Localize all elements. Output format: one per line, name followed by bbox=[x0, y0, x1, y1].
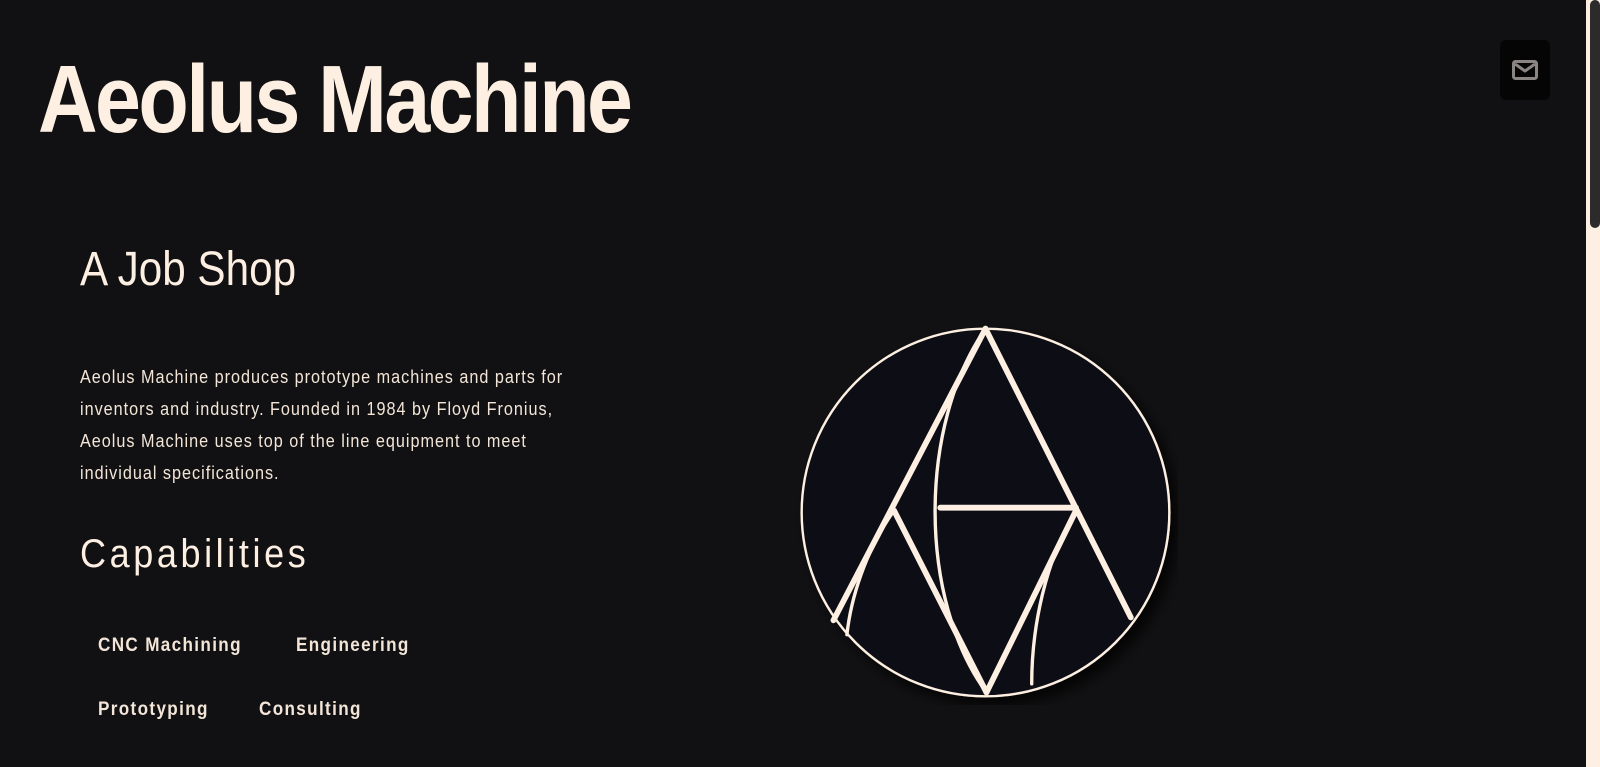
capability-item: Consulting bbox=[259, 699, 362, 720]
envelope-icon bbox=[1512, 60, 1538, 80]
aeolus-a-logo-icon bbox=[800, 325, 1171, 698]
capabilities-heading: Capabilities bbox=[80, 532, 310, 576]
page: Aeolus Machine A Job Shop Aeolus Machine… bbox=[0, 0, 1600, 767]
capabilities-list: CNC Machining Engineering Prototyping Co… bbox=[80, 624, 600, 732]
section-heading: A Job Shop bbox=[80, 243, 297, 296]
capability-item: Prototyping bbox=[98, 699, 209, 720]
scrollbar-thumb[interactable] bbox=[1590, 0, 1600, 228]
capability-item: CNC Machining bbox=[98, 635, 242, 656]
site-title: Aeolus Machine bbox=[38, 46, 633, 153]
intro-paragraph: Aeolus Machine produces prototype machin… bbox=[80, 367, 564, 483]
capability-item: Engineering bbox=[295, 635, 410, 656]
contact-email-button[interactable] bbox=[1500, 40, 1550, 100]
